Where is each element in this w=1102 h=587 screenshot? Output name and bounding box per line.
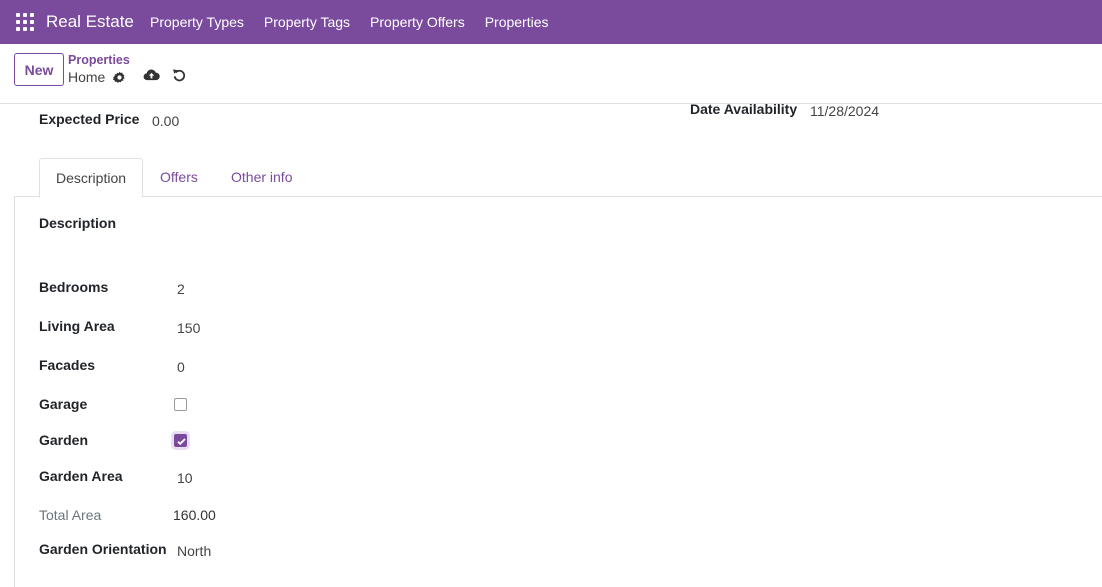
breadcrumb-parent[interactable]: Properties	[68, 53, 130, 67]
garden-label: Garden	[39, 432, 89, 448]
control-panel: New Properties Home	[0, 44, 1102, 104]
notebook-tabs: Description Offers Other info	[14, 158, 1102, 198]
main-menu: Property Types Property Tags Property Of…	[140, 0, 559, 44]
tab-other-info[interactable]: Other info	[215, 158, 308, 197]
menu-property-types[interactable]: Property Types	[140, 0, 254, 44]
bedrooms-field[interactable]: 2	[177, 281, 185, 297]
facades-label: Facades	[39, 357, 96, 373]
expected-price-label: Expected Price	[39, 111, 140, 127]
undo-icon[interactable]	[172, 68, 186, 82]
description-label: Description	[39, 215, 117, 231]
app-brand[interactable]: Real Estate	[46, 12, 134, 32]
checkmark-icon	[177, 438, 186, 446]
garage-label: Garage	[39, 396, 88, 412]
apps-grid-icon[interactable]	[16, 13, 34, 31]
menu-properties[interactable]: Properties	[475, 0, 559, 44]
garden-orientation-label: Garden Orientation	[39, 541, 167, 557]
bedrooms-label: Bedrooms	[39, 279, 109, 295]
living-area-field[interactable]: 150	[177, 320, 200, 336]
garden-area-field[interactable]: 10	[177, 470, 193, 486]
total-area-value: 160.00	[173, 507, 216, 523]
date-availability-label: Date Availability	[690, 101, 798, 117]
facades-field[interactable]: 0	[177, 359, 185, 375]
garden-area-label: Garden Area	[39, 468, 123, 484]
tab-panel-border	[14, 197, 15, 587]
new-button[interactable]: New	[14, 53, 64, 86]
garage-checkbox[interactable]	[174, 398, 187, 411]
top-navbar: Real Estate Property Types Property Tags…	[0, 0, 1102, 44]
living-area-label: Living Area	[39, 318, 115, 334]
tab-description[interactable]: Description	[39, 158, 144, 198]
expected-price-field[interactable]: 0.00	[152, 113, 179, 129]
menu-property-tags[interactable]: Property Tags	[254, 0, 360, 44]
total-area-label: Total Area	[39, 507, 102, 523]
tab-offers[interactable]: Offers	[144, 158, 214, 197]
gear-icon[interactable]	[113, 71, 126, 84]
garden-orientation-field[interactable]: North	[177, 543, 211, 559]
cloud-upload-icon[interactable]	[143, 68, 160, 82]
garden-checkbox[interactable]	[174, 434, 187, 447]
menu-property-offers[interactable]: Property Offers	[360, 0, 475, 44]
breadcrumb-current: Home	[68, 69, 106, 85]
date-availability-field[interactable]: 11/28/2024	[810, 103, 879, 119]
